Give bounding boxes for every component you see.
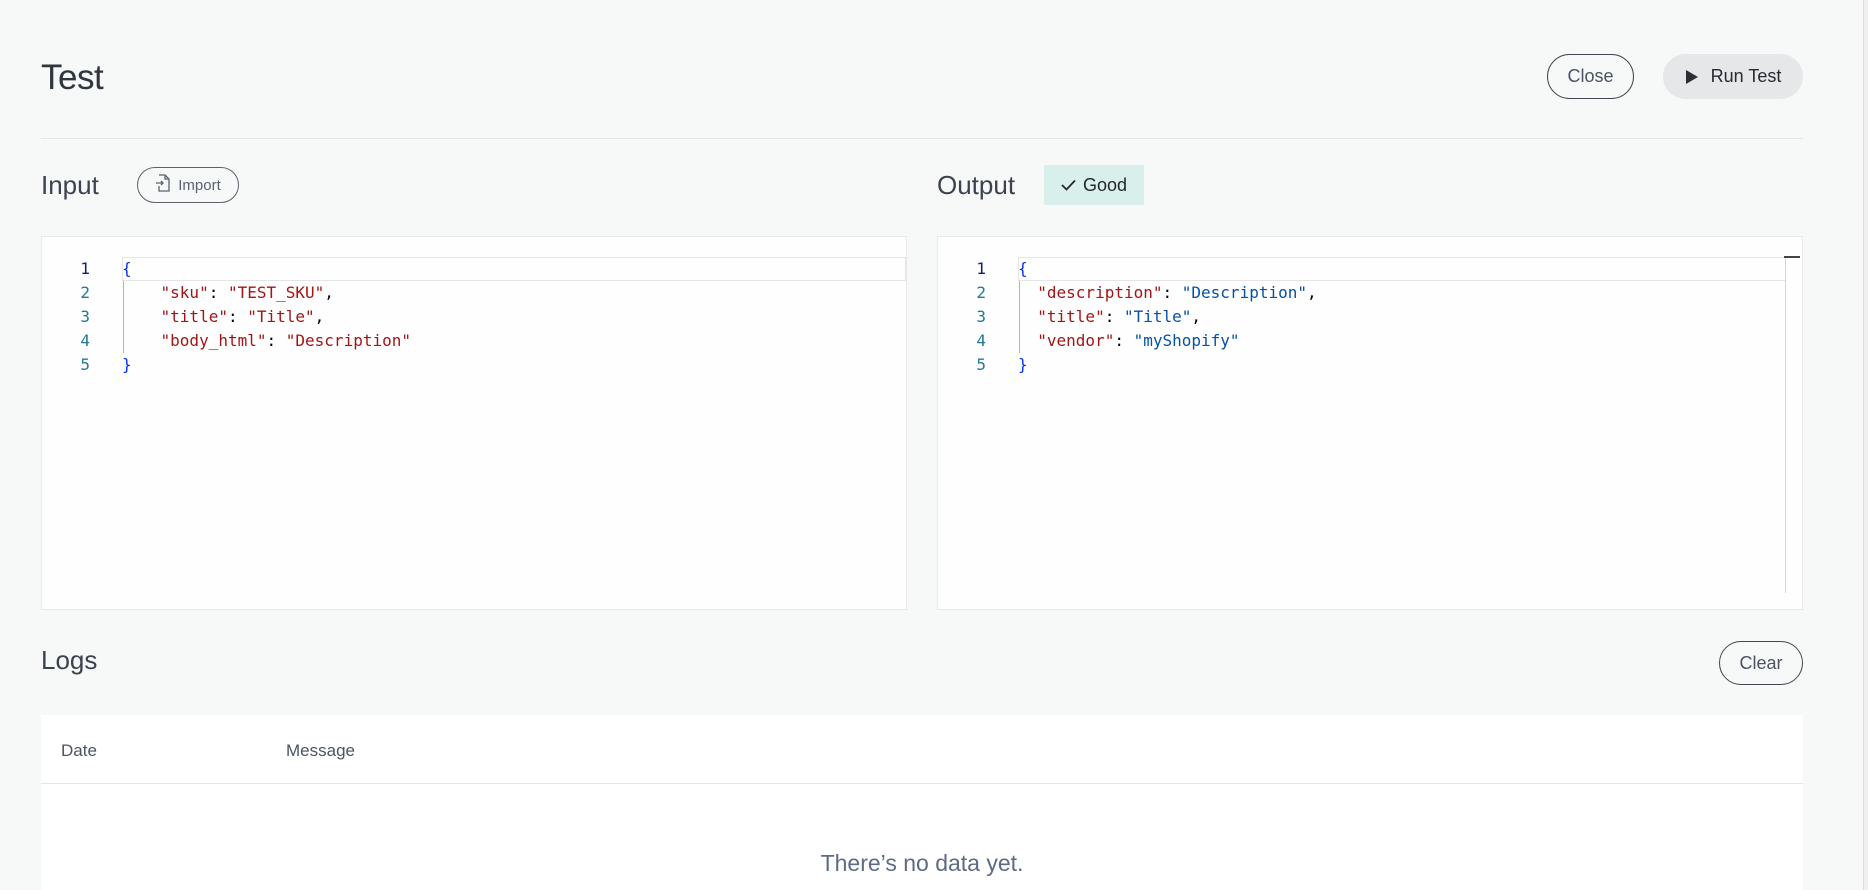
status-label: Good: [1082, 174, 1128, 195]
code-token: "TEST_SKU": [227, 283, 325, 302]
code-line: 3 "title": "Title",: [42, 305, 906, 329]
status-badge: Good: [1044, 165, 1144, 205]
code-token: "myShopify": [1133, 331, 1240, 350]
code-token: "Title": [247, 307, 315, 326]
code-token: "Title": [1123, 307, 1192, 326]
file-import-icon: [155, 174, 171, 196]
code-line: 1{: [938, 257, 1802, 281]
code-token: :: [1104, 307, 1124, 326]
code-line: 4 "vendor": "myShopify": [938, 329, 1802, 353]
column-header-message[interactable]: Message: [286, 741, 355, 761]
code-text: {: [122, 257, 132, 281]
run-test-button[interactable]: Run Test: [1663, 54, 1803, 99]
input-editor[interactable]: 1{2 "sku": "TEST_SKU", 3 "title": "Title"…: [41, 236, 907, 610]
code-text: {: [1018, 257, 1028, 281]
run-test-label: Run Test: [1710, 66, 1782, 86]
play-icon: [1685, 69, 1699, 85]
code-token: :: [208, 283, 228, 302]
check-icon: [1061, 175, 1076, 196]
code-token: ,: [324, 283, 334, 302]
code-line: 2 "sku": "TEST_SKU",: [42, 281, 906, 305]
code-token: "description": [1037, 283, 1163, 302]
code-token: "Description": [1181, 283, 1307, 302]
code-text: }: [1018, 353, 1028, 377]
code-line: 5}: [42, 353, 906, 377]
logs-title: Logs: [41, 645, 98, 675]
code-text: }: [122, 353, 132, 377]
code-token: "title": [160, 307, 228, 326]
close-button[interactable]: Close: [1547, 54, 1634, 99]
code-line: 3 "title": "Title",: [938, 305, 1802, 329]
code-text: "title": "Title",: [122, 305, 325, 329]
code-text: "vendor": "myShopify": [1018, 329, 1240, 353]
code-token: :: [227, 307, 248, 326]
empty-state-message: There’s no data yet.: [820, 850, 1024, 876]
column-header-date[interactable]: Date: [61, 741, 97, 761]
code-token: "Description": [285, 331, 411, 350]
code-line: 2 "description": "Description",: [938, 281, 1802, 305]
line-number: 4: [80, 331, 90, 350]
input-title: Input: [41, 170, 99, 200]
test-panel: Test Close Run Test Input Import Output …: [41, 0, 1803, 890]
line-number: 5: [80, 355, 90, 374]
page-title: Test: [41, 58, 104, 97]
window-scrollbar[interactable]: [1863, 0, 1868, 890]
line-number: 3: [976, 307, 986, 326]
code-token: }: [122, 355, 132, 374]
logs-table-header: Date Message: [41, 715, 1803, 784]
header: Test Close Run Test: [41, 50, 1803, 104]
code-token: "sku": [160, 283, 209, 302]
clear-button[interactable]: Clear: [1719, 641, 1803, 685]
code-token: {: [1018, 259, 1028, 278]
code-token: :: [1162, 283, 1182, 302]
import-button[interactable]: Import: [137, 167, 239, 203]
code-token: {: [122, 259, 132, 278]
line-number: 2: [976, 283, 986, 302]
line-number: 2: [80, 283, 90, 302]
code-text: "title": "Title",: [1018, 305, 1201, 329]
code-token: "title": [1037, 307, 1105, 326]
code-text: "body_html": "Description": [122, 329, 411, 353]
code-token: ,: [314, 307, 325, 326]
line-number: 5: [976, 355, 986, 374]
line-number: 1: [976, 259, 986, 278]
logs-table: Date Message There’s no data yet.: [41, 715, 1803, 890]
line-number: 3: [80, 307, 90, 326]
code-token: :: [266, 331, 286, 350]
code-token: :: [1114, 331, 1134, 350]
output-title: Output: [937, 170, 1016, 200]
line-number: 4: [976, 331, 986, 350]
code-text: "description": "Description",: [1018, 281, 1317, 305]
code-token: ,: [1307, 283, 1317, 302]
code-token: "body_html": [160, 331, 267, 350]
output-editor[interactable]: 1{2 "description": "Description", 3 "titl…: [937, 236, 1803, 610]
code-token: }: [1018, 355, 1028, 374]
code-line: 5}: [938, 353, 1802, 377]
code-token: ,: [1191, 307, 1202, 326]
line-number: 1: [80, 259, 90, 278]
code-token: "vendor": [1037, 331, 1115, 350]
code-line: 4 "body_html": "Description": [42, 329, 906, 353]
code-text: "sku": "TEST_SKU",: [122, 281, 334, 305]
code-line: 1{: [42, 257, 906, 281]
header-divider: [41, 138, 1803, 139]
import-label: Import: [178, 176, 221, 194]
